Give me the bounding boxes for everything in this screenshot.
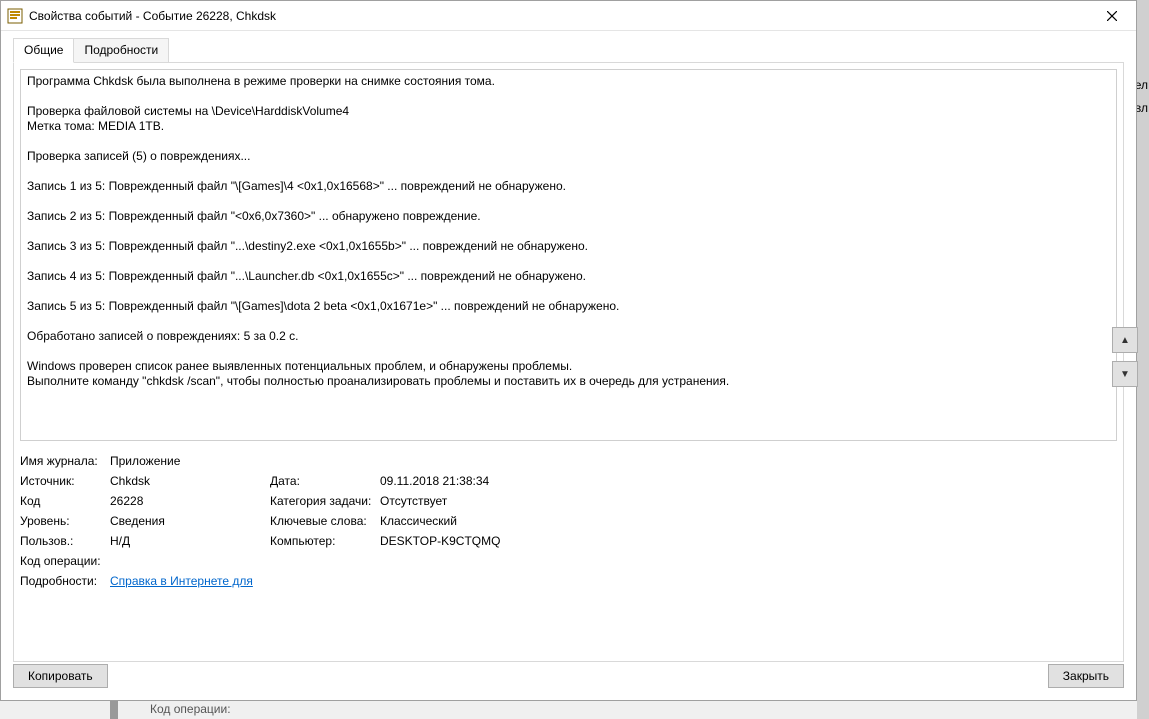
tab-details-label: Подробности bbox=[84, 43, 158, 57]
desc-para: Запись 2 из 5: Поврежденный файл "<0x6,0… bbox=[27, 209, 1110, 224]
tab-general-label: Общие bbox=[24, 43, 63, 57]
category-label: Категория задачи: bbox=[270, 494, 380, 508]
desc-line: Метка тома: MEDIA 1TB. bbox=[27, 119, 1110, 134]
desc-line: Запись 4 из 5: Поврежденный файл "...\La… bbox=[27, 269, 1110, 284]
desc-para: Запись 5 из 5: Поврежденный файл "\[Game… bbox=[27, 299, 1110, 314]
desc-line: Программа Chkdsk была выполнена в режиме… bbox=[27, 74, 1110, 89]
close-button[interactable] bbox=[1089, 1, 1134, 30]
desc-line: Запись 3 из 5: Поврежденный файл "...\de… bbox=[27, 239, 1110, 254]
window-title: Свойства событий - Событие 26228, Chkdsk bbox=[29, 9, 1089, 23]
log-label: Имя журнала: bbox=[20, 454, 110, 468]
desc-line: Запись 2 из 5: Поврежденный файл "<0x6,0… bbox=[27, 209, 1110, 224]
next-event-button[interactable]: ▼ bbox=[1112, 361, 1138, 387]
tab-general[interactable]: Общие bbox=[13, 38, 74, 63]
level-label: Уровень: bbox=[20, 514, 110, 528]
keywords-label: Ключевые слова: bbox=[270, 514, 380, 528]
metadata-grid: Имя журнала: Приложение Источник: Chkdsk… bbox=[20, 451, 1117, 591]
desc-line: Обработано записей о повреждениях: 5 за … bbox=[27, 329, 1110, 344]
desc-line: Проверка записей (5) о повреждениях... bbox=[27, 149, 1110, 164]
desc-line: Запись 1 из 5: Поврежденный файл "\[Game… bbox=[27, 179, 1110, 194]
app-icon bbox=[7, 8, 23, 24]
desc-para: Программа Chkdsk была выполнена в режиме… bbox=[27, 74, 1110, 89]
desc-para: Обработано записей о повреждениях: 5 за … bbox=[27, 329, 1110, 344]
computer-value: DESKTOP-K9CTQMQ bbox=[380, 534, 500, 548]
desc-para: Windows проверен список ранее выявленных… bbox=[27, 359, 1110, 389]
close-dialog-button[interactable]: Закрыть bbox=[1048, 664, 1124, 688]
desc-para: Проверка файловой системы на \Device\Har… bbox=[27, 104, 1110, 134]
dialog-footer: Копировать Закрыть bbox=[13, 664, 1124, 688]
computer-label: Компьютер: bbox=[270, 534, 380, 548]
source-label: Источник: bbox=[20, 474, 110, 488]
opcode-label: Код операции: bbox=[20, 554, 110, 568]
prev-event-button[interactable]: ▲ bbox=[1112, 327, 1138, 353]
description-box[interactable]: Программа Chkdsk была выполнена в режиме… bbox=[20, 69, 1117, 441]
desc-para: Запись 1 из 5: Поврежденный файл "\[Game… bbox=[27, 179, 1110, 194]
background-panel: ел вл bbox=[1137, 0, 1149, 719]
nav-buttons: ▲ ▼ bbox=[1112, 327, 1138, 387]
category-value: Отсутствует bbox=[380, 494, 447, 508]
close-dialog-label: Закрыть bbox=[1063, 669, 1109, 683]
desc-line: Запись 5 из 5: Поврежденный файл "\[Game… bbox=[27, 299, 1110, 314]
desc-para: Запись 4 из 5: Поврежденный файл "...\La… bbox=[27, 269, 1110, 284]
tab-details[interactable]: Подробности bbox=[73, 38, 169, 63]
background-stub: Код операции: bbox=[110, 699, 231, 719]
copy-button[interactable]: Копировать bbox=[13, 664, 108, 688]
date-label: Дата: bbox=[270, 474, 380, 488]
source-value: Chkdsk bbox=[110, 474, 150, 488]
desc-line: Выполните команду "chkdsk /scan", чтобы … bbox=[27, 374, 1110, 389]
user-label: Пользов.: bbox=[20, 534, 110, 548]
client-area: Общие Подробности Программа Chkdsk была … bbox=[1, 31, 1136, 700]
bg-opcode-label: Код операции: bbox=[150, 702, 231, 716]
arrow-up-icon: ▲ bbox=[1120, 335, 1130, 346]
date-value: 09.11.2018 21:38:34 bbox=[380, 474, 489, 488]
user-value: Н/Д bbox=[110, 534, 130, 548]
help-link[interactable]: Справка в Интернете для bbox=[110, 574, 253, 588]
event-properties-window: Свойства событий - Событие 26228, Chkdsk… bbox=[0, 0, 1137, 701]
eventid-label: Код bbox=[20, 494, 110, 508]
bg-bar bbox=[110, 699, 118, 719]
desc-line: Windows проверен список ранее выявленных… bbox=[27, 359, 1110, 374]
log-value: Приложение bbox=[110, 454, 180, 468]
tab-panel-general: Программа Chkdsk была выполнена в режиме… bbox=[13, 62, 1124, 662]
desc-para: Проверка записей (5) о повреждениях... bbox=[27, 149, 1110, 164]
desc-para: Запись 3 из 5: Поврежденный файл "...\de… bbox=[27, 239, 1110, 254]
tabstrip: Общие Подробности bbox=[13, 38, 1124, 63]
copy-button-label: Копировать bbox=[28, 669, 93, 683]
desc-line: Проверка файловой системы на \Device\Har… bbox=[27, 104, 1110, 119]
titlebar[interactable]: Свойства событий - Событие 26228, Chkdsk bbox=[1, 1, 1136, 31]
arrow-down-icon: ▼ bbox=[1120, 369, 1130, 380]
eventid-value: 26228 bbox=[110, 494, 143, 508]
level-value: Сведения bbox=[110, 514, 165, 528]
keywords-value: Классический bbox=[380, 514, 457, 528]
moreinfo-label: Подробности: bbox=[20, 574, 110, 588]
